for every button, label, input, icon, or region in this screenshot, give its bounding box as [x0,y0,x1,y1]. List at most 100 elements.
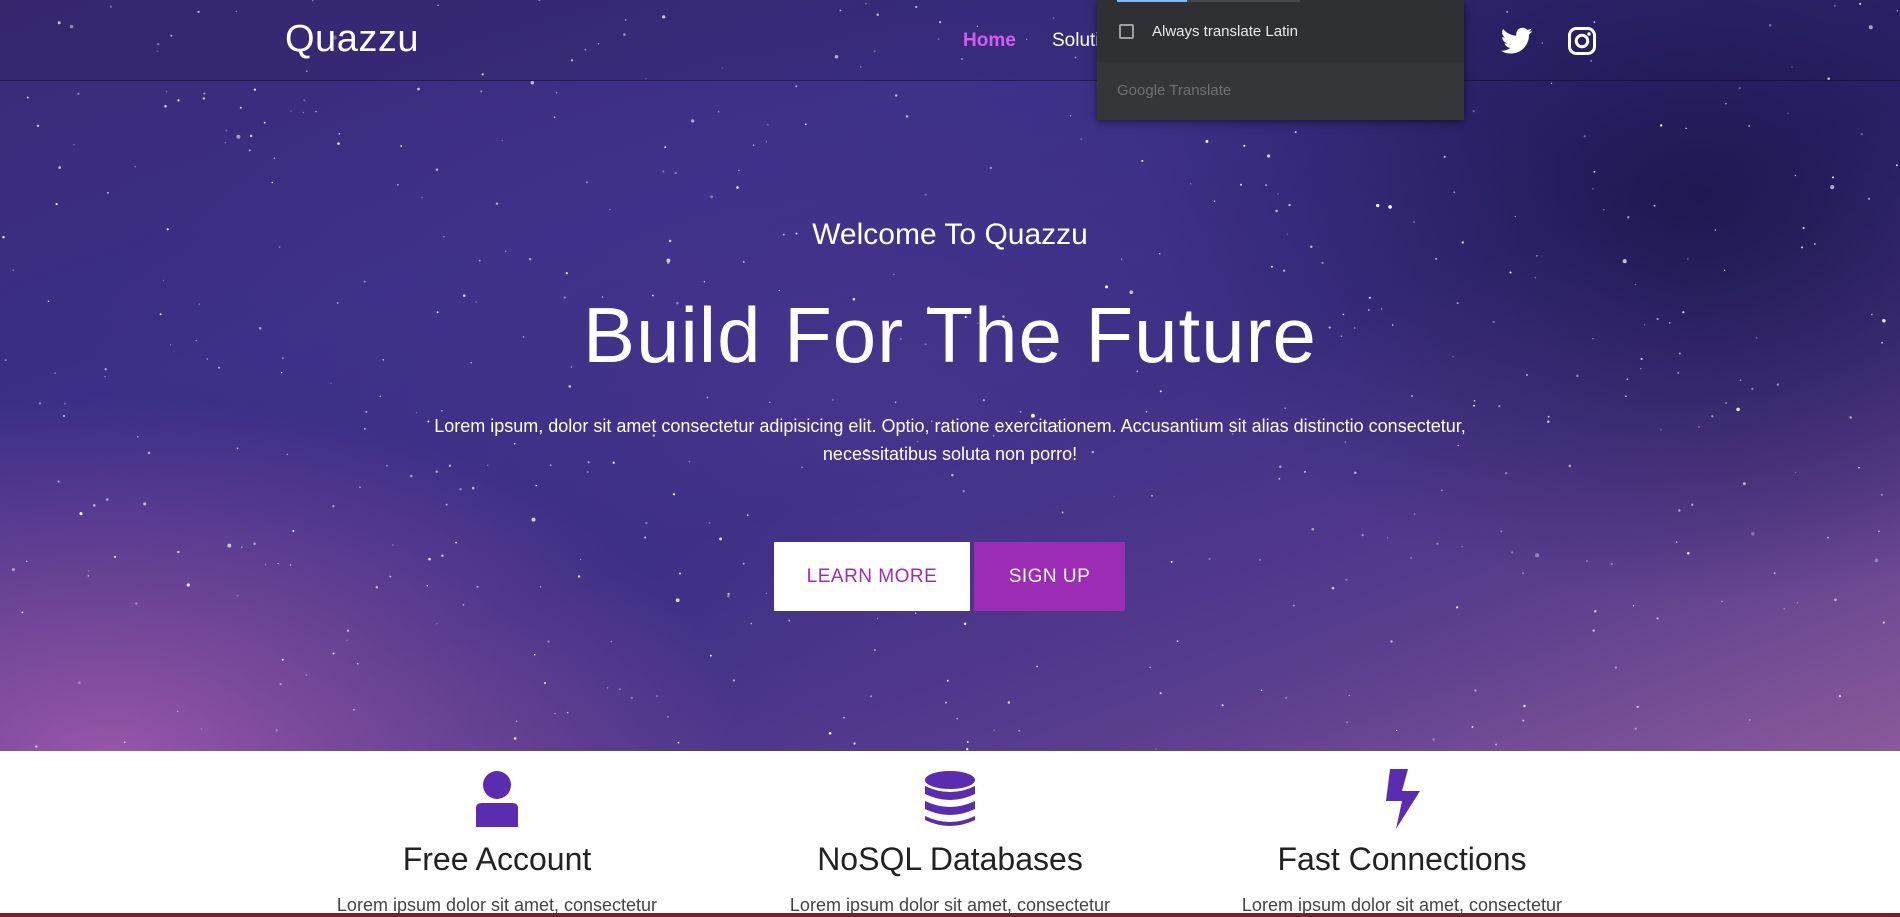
star [555,92,558,94]
star [963,622,967,626]
star [703,281,706,283]
star [249,134,253,138]
star [36,124,40,128]
star [1471,726,1474,728]
always-translate-checkbox[interactable] [1119,24,1134,39]
star [435,470,439,473]
star [706,396,709,399]
star [253,88,257,91]
star [253,542,256,545]
star [1498,404,1501,408]
star [137,436,139,438]
star [305,673,308,676]
star [375,586,379,589]
star [57,480,60,483]
star [1304,471,1306,473]
star [332,652,335,655]
star [1867,197,1871,200]
star [1240,183,1242,186]
star [1832,176,1834,179]
star [767,124,769,126]
twitter-icon[interactable] [1500,24,1534,58]
star [1725,402,1727,404]
sign-up-button[interactable]: SIGN UP [974,542,1125,611]
star [765,141,768,143]
star [568,385,572,388]
features-section: Free Account Lorem ipsum dolor sit amet,… [0,751,1900,917]
star [271,181,274,184]
navbar: Quazzu Home Soluti [0,0,1900,81]
star [1723,269,1726,271]
star [1105,285,1109,289]
star [1069,115,1072,117]
star [1622,259,1627,264]
star [436,623,438,625]
star [666,258,671,263]
star [1278,477,1281,480]
star [106,191,109,194]
star [476,585,479,588]
star [1441,489,1443,492]
user-icon [467,769,527,829]
star [946,679,949,682]
star [303,99,306,102]
star [679,572,681,575]
star [1170,560,1173,563]
star [1522,719,1525,722]
star [831,398,834,401]
star [338,132,341,135]
star [241,546,243,548]
star [263,121,266,124]
star [873,649,876,652]
star [893,273,895,276]
learn-more-button[interactable]: LEARN MORE [774,542,970,611]
star [1282,269,1286,272]
nav-link-solutions[interactable]: Soluti [1052,30,1100,52]
star [843,716,845,719]
star [895,94,898,97]
star [1594,609,1597,613]
star [1292,604,1295,607]
star [677,741,680,744]
star [1830,185,1835,190]
star [1443,155,1446,158]
star [315,110,317,113]
star [392,544,394,546]
star [666,261,670,265]
star [915,612,917,614]
always-translate-label[interactable]: Always translate Latin [1152,23,1298,40]
star [1474,689,1477,692]
star [662,170,665,173]
star [275,729,278,732]
star [1361,533,1364,537]
star [1120,258,1123,260]
star [1751,387,1754,391]
star [1878,530,1880,533]
star [531,517,536,522]
star [1602,208,1605,211]
star [727,592,730,596]
star [35,745,38,748]
star [539,586,542,588]
star [675,598,680,603]
star [1675,541,1678,543]
star [1473,399,1476,402]
star [993,729,995,731]
star [710,195,713,199]
star [966,748,969,751]
star [667,716,669,718]
star [1331,586,1335,590]
star [356,662,359,665]
brand-logo[interactable]: Quazzu [285,18,419,61]
star [1208,557,1211,561]
star [21,611,24,614]
star [1288,203,1291,207]
star [1386,537,1389,539]
instagram-icon[interactable] [1565,24,1599,58]
star [1738,87,1741,90]
star [177,550,180,554]
star [804,123,807,126]
star [445,503,448,506]
star [535,484,538,487]
nav-link-home[interactable]: Home [963,30,1016,52]
